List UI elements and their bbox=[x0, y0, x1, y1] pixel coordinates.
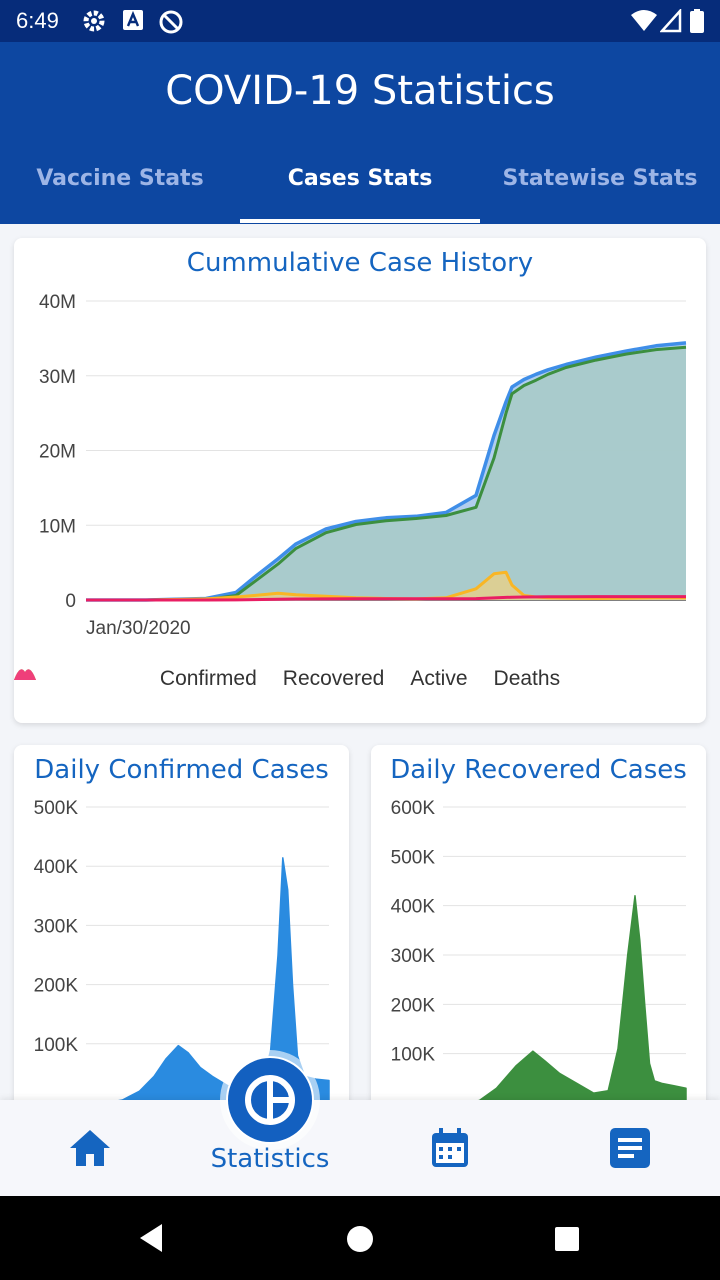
statistics-icon bbox=[245, 1075, 295, 1125]
y-tick-label: 30M bbox=[39, 367, 76, 388]
tab-statewise-stats[interactable]: Statewise Stats bbox=[480, 166, 720, 191]
y-tick-label: 400K bbox=[391, 897, 436, 918]
calendar-icon[interactable] bbox=[428, 1126, 472, 1170]
series-area-recovered bbox=[477, 895, 687, 1100]
y-tick-label: 400K bbox=[34, 857, 79, 878]
y-tick-label: 300K bbox=[34, 916, 79, 937]
daily-recovered-chart: 100K 200K 300K 400K 500K 600K bbox=[391, 798, 687, 1100]
cumulative-chart: 0 10M 20M 30M 40M Jan/30/2020 bbox=[39, 292, 687, 639]
y-tick-label: 0 bbox=[65, 591, 76, 612]
cumulative-chart-card: Cummulative Case History 0 10M 20M 30M 40M Ja… bbox=[14, 238, 706, 723]
notes-icon[interactable] bbox=[608, 1126, 652, 1170]
legend-recovered[interactable]: Recovered bbox=[14, 667, 385, 691]
legend-label: Recovered bbox=[282, 667, 385, 690]
home-circle-icon[interactable] bbox=[346, 1225, 374, 1253]
y-tick-label: 20M bbox=[39, 442, 76, 463]
back-icon[interactable] bbox=[136, 1222, 166, 1254]
no-sync-icon bbox=[159, 10, 183, 34]
daily-confirmed-chart: 100K 200K 300K 400K 500K bbox=[34, 798, 330, 1100]
series-area-recovered bbox=[86, 347, 686, 600]
tab-cases-stats[interactable]: Cases Stats bbox=[240, 166, 480, 191]
y-tick-label: 600K bbox=[391, 798, 436, 819]
y-tick-label: 100K bbox=[391, 1045, 436, 1066]
system-nav-bar bbox=[0, 1196, 720, 1280]
y-tick-label: 40M bbox=[39, 292, 76, 313]
legend-label: Confirmed bbox=[159, 667, 257, 690]
legend-confirmed[interactable]: Confirmed bbox=[14, 667, 257, 691]
legend-marker-deaths bbox=[14, 669, 36, 680]
y-tick-label: 200K bbox=[391, 995, 436, 1016]
signal-icon bbox=[660, 9, 682, 33]
y-tick-label: 500K bbox=[34, 798, 79, 819]
y-tick-label: 100K bbox=[34, 1035, 79, 1056]
legend-label: Active bbox=[410, 667, 468, 690]
bottom-nav bbox=[0, 1100, 720, 1196]
y-tick-label: 500K bbox=[391, 847, 436, 868]
y-tick-label: 200K bbox=[34, 976, 79, 997]
x-tick-label: Jan/30/2020 bbox=[86, 618, 191, 639]
y-tick-label: 300K bbox=[391, 946, 436, 967]
recents-icon[interactable] bbox=[554, 1226, 580, 1252]
wifi-icon bbox=[631, 10, 657, 31]
battery-icon bbox=[690, 9, 704, 33]
a-box-icon bbox=[123, 10, 143, 30]
app-bar: COVID-19 Statistics Vaccine Stats Cases … bbox=[0, 42, 720, 224]
page-title: COVID-19 Statistics bbox=[165, 68, 555, 114]
status-bar: 6:49 bbox=[0, 0, 720, 42]
statistics-nav-button[interactable] bbox=[226, 1056, 314, 1144]
statistics-fab bbox=[228, 1058, 312, 1142]
chart-legend: Confirmed Recovered Active Deaths bbox=[14, 664, 706, 694]
statistics-nav-label: Statistics bbox=[210, 1144, 330, 1174]
tab-vaccine-stats[interactable]: Vaccine Stats bbox=[0, 166, 240, 191]
legend-deaths[interactable]: Deaths bbox=[14, 667, 561, 691]
gear-icon bbox=[83, 10, 105, 32]
status-time: 6:49 bbox=[16, 8, 59, 33]
legend-label: Deaths bbox=[493, 667, 561, 690]
tab-indicator bbox=[240, 219, 480, 223]
legend-active[interactable]: Active bbox=[14, 667, 468, 691]
y-tick-label: 10M bbox=[39, 516, 76, 537]
home-icon[interactable] bbox=[68, 1128, 112, 1168]
